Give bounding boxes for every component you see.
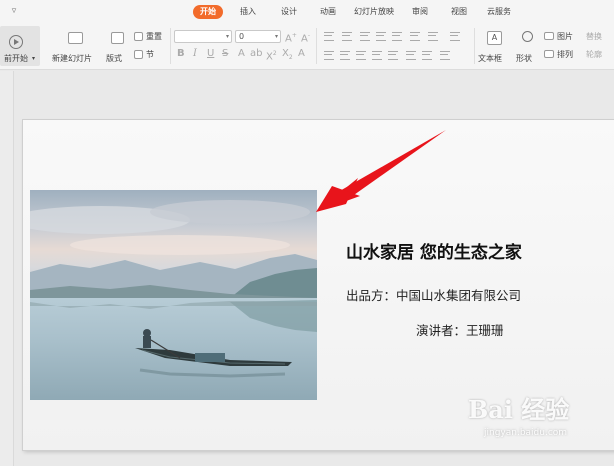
new-slide-icon <box>68 32 83 44</box>
chevron-down-icon: ▾ <box>225 33 229 40</box>
outline-label: 轮廓 <box>586 50 602 59</box>
align-right-icon[interactable] <box>356 51 366 60</box>
decrease-indent-icon[interactable] <box>360 32 370 41</box>
quick-access-dropdown-icon[interactable]: ▿ <box>8 5 20 17</box>
tab-design[interactable]: 设计 <box>281 5 297 19</box>
font-size-select[interactable]: 0 ▾ <box>235 30 281 43</box>
ribbon-toolbar: 前开始 ▾ 新建幻灯片 版式 重置 节 ▾ 0 ▾ A+ A- B I U S … <box>0 22 614 70</box>
tab-view[interactable]: 视图 <box>451 5 467 19</box>
arrange-icon <box>544 50 554 58</box>
layout-button[interactable]: 版式 <box>104 26 132 66</box>
textbox-label: 文本框 <box>478 54 502 63</box>
superscript-icon[interactable]: X2 <box>266 49 277 62</box>
align-left-icon[interactable] <box>324 51 334 60</box>
picture-label: 图片 <box>557 32 573 41</box>
chevron-down-icon: ▾ <box>274 33 278 40</box>
justify-icon[interactable] <box>372 51 382 60</box>
reset-button[interactable]: 重置 <box>134 31 168 43</box>
new-slide-label: 新建幻灯片 <box>52 54 92 63</box>
increase-indent-icon[interactable] <box>376 32 386 41</box>
arrange-label: 排列 <box>557 50 573 59</box>
slide-title[interactable]: 山水家居 您的生态之家 <box>346 242 522 264</box>
font-color-icon[interactable]: A <box>298 49 305 59</box>
textbox-icon: A <box>487 31 502 45</box>
slide-producer-text[interactable]: 出品方：中国山水集团有限公司 <box>346 288 521 304</box>
tab-animation[interactable]: 动画 <box>320 5 336 19</box>
text-effect-icon[interactable]: ab <box>250 49 262 59</box>
increase-font-icon[interactable]: A+ <box>285 31 297 44</box>
layout-icon <box>111 32 124 44</box>
tab-cloud-service[interactable]: 云服务 <box>487 5 511 19</box>
convert-smartart-icon[interactable] <box>450 32 460 41</box>
reset-icon <box>134 32 143 41</box>
picture-button[interactable]: 图片 <box>544 31 584 43</box>
ribbon-divider <box>316 28 317 64</box>
underline-icon[interactable]: U <box>207 49 214 59</box>
menu-bar: ▿ 开始 插入 设计 动画 幻灯片放映 审阅 视图 云服务 <box>0 0 614 22</box>
arrange-button[interactable]: 排列 <box>544 49 584 61</box>
slide-thumbnail-pane[interactable] <box>0 71 14 466</box>
baidu-jingyan-watermark: Bai 经验 jingyan.baidu.com <box>468 396 608 462</box>
section-icon <box>134 50 143 59</box>
red-annotation-arrow-icon <box>316 130 446 212</box>
bullet-list-icon[interactable] <box>324 32 334 41</box>
section-label: 节 <box>146 50 154 59</box>
font-size-value: 0 <box>239 32 245 41</box>
line-spacing-icon[interactable] <box>392 32 402 41</box>
replace-button[interactable]: 替换 <box>586 31 614 43</box>
reset-label: 重置 <box>146 32 162 41</box>
subscript-icon[interactable]: X2 <box>282 49 293 63</box>
shape-button[interactable]: 形状 <box>514 26 542 66</box>
tab-home[interactable]: 开始 <box>193 5 223 19</box>
align-bottom-icon[interactable] <box>440 51 450 60</box>
bold-icon[interactable]: B <box>177 49 185 59</box>
italic-icon[interactable]: I <box>193 49 197 59</box>
align-middle-icon[interactable] <box>422 51 432 60</box>
ribbon-divider <box>170 28 171 64</box>
numbered-list-icon[interactable] <box>342 32 352 41</box>
strikethrough-icon[interactable]: S <box>222 49 228 59</box>
slide-speaker-text[interactable]: 演讲者：王珊珊 <box>416 323 504 339</box>
watermark-brand: Bai 经验 <box>468 395 570 424</box>
outline-button[interactable]: 轮廓 <box>586 49 614 61</box>
shape-icon <box>522 31 533 42</box>
picture-icon <box>544 32 554 40</box>
layout-label: 版式 <box>106 54 122 63</box>
ribbon-divider <box>474 28 475 64</box>
align-center-icon[interactable] <box>340 51 350 60</box>
align-top-icon[interactable] <box>406 51 416 60</box>
tab-slideshow[interactable]: 幻灯片放映 <box>354 5 394 19</box>
decrease-font-icon[interactable]: A- <box>301 31 310 44</box>
shadow-icon[interactable]: A <box>238 49 245 59</box>
replace-label: 替换 <box>586 32 602 41</box>
tab-insert[interactable]: 插入 <box>240 5 256 19</box>
font-family-select[interactable]: ▾ <box>174 30 232 43</box>
shape-label: 形状 <box>516 54 532 63</box>
text-direction-icon[interactable] <box>410 32 420 41</box>
watermark-url: jingyan.baidu.com <box>484 428 568 438</box>
play-icon <box>9 35 23 49</box>
textbox-button[interactable]: A 文本框 <box>478 26 512 66</box>
play-from-current-label: 前开始 <box>4 54 28 63</box>
new-slide-button[interactable]: 新建幻灯片 <box>52 26 98 66</box>
section-button[interactable]: 节 <box>134 49 168 61</box>
play-from-current-button[interactable]: 前开始 ▾ <box>0 26 40 66</box>
chevron-down-icon: ▾ <box>32 55 36 62</box>
column-icon[interactable] <box>428 32 438 41</box>
tab-review[interactable]: 审阅 <box>412 5 428 19</box>
slide-photo-lake-boat[interactable] <box>30 190 317 400</box>
distribute-icon[interactable] <box>388 51 398 60</box>
